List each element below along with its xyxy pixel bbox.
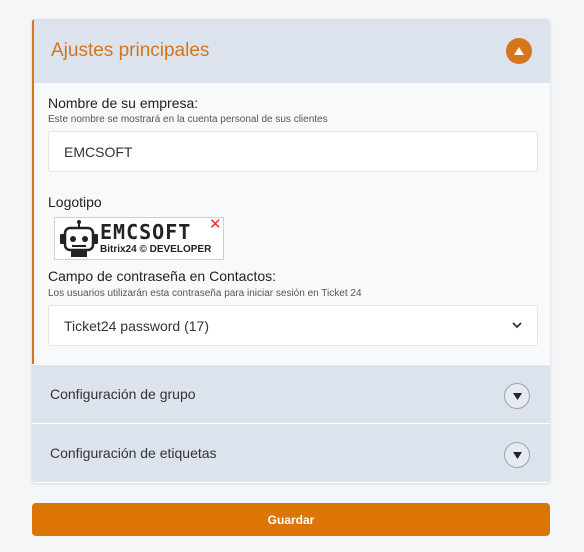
password-field-label: Campo de contraseña en Contactos: (48, 268, 277, 284)
company-logo[interactable]: EMCSOFT Bitrix24 © DEVELOPER ✕ (54, 217, 224, 260)
group-settings-section[interactable]: Configuración de grupo (32, 365, 550, 423)
company-name-label: Nombre de su empresa: (48, 95, 199, 111)
tag-settings-title: Configuración de etiquetas (50, 445, 217, 461)
company-name-value: EMCSOFT (64, 143, 133, 160)
main-settings-title: Ajustes principales (51, 40, 210, 61)
company-name-input[interactable]: EMCSOFT (48, 131, 538, 172)
chevron-down-icon[interactable] (504, 383, 530, 409)
settings-card: Ajustes principales Nombre de su empresa… (32, 19, 550, 483)
password-field-value: Ticket24 password (17) (64, 317, 209, 334)
main-settings-header[interactable]: Ajustes principales (34, 19, 550, 83)
logo-label: Logotipo (48, 194, 102, 210)
save-button[interactable]: Guardar (32, 503, 550, 536)
password-field-hint: Los usuarios utilizarán esta contraseña … (48, 288, 362, 299)
chevron-up-icon[interactable] (506, 38, 532, 64)
chevron-down-icon[interactable] (504, 442, 530, 468)
robot-icon (60, 220, 98, 257)
password-field-select[interactable]: Ticket24 password (17) (48, 305, 538, 346)
close-icon[interactable]: ✕ (209, 218, 222, 233)
company-name-hint: Este nombre se mostrará en la cuenta per… (48, 114, 328, 125)
group-settings-title: Configuración de grupo (50, 386, 196, 402)
main-settings-section: Ajustes principales Nombre de su empresa… (32, 19, 550, 364)
select-chevron-icon (512, 322, 522, 329)
tag-settings-section[interactable]: Configuración de etiquetas (32, 424, 550, 482)
logo-subtext: Bitrix24 © DEVELOPER (100, 244, 212, 255)
logo-text: EMCSOFT (100, 220, 192, 244)
